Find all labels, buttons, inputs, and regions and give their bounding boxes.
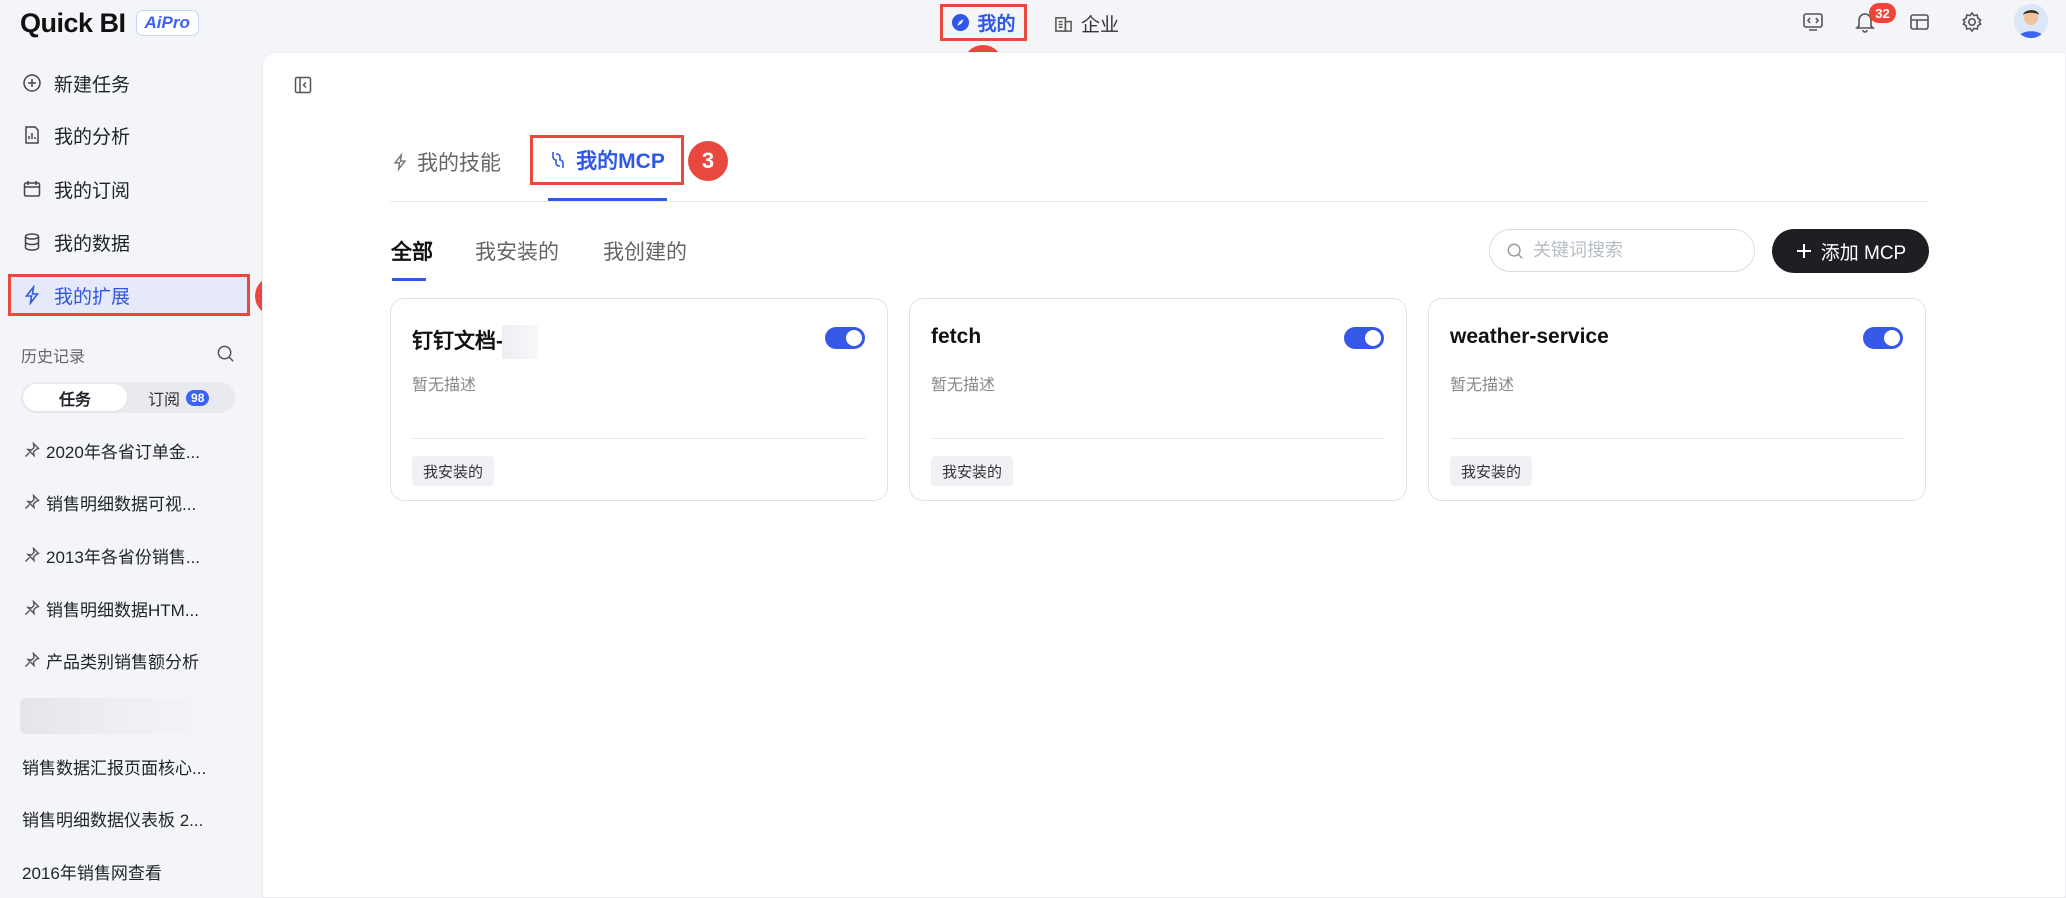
calendar-icon xyxy=(23,181,41,197)
tabs-divider xyxy=(390,201,1928,202)
subtab-all[interactable]: 全部 xyxy=(391,236,433,266)
tab-my-mcp[interactable]: 我的MCP xyxy=(530,135,684,185)
mcp-enable-toggle[interactable] xyxy=(825,327,865,349)
search-icon xyxy=(1507,243,1523,259)
history-title: 历史记录 xyxy=(21,349,86,366)
tab-my-skills[interactable]: 我的技能 xyxy=(391,145,501,179)
database-icon xyxy=(24,233,40,251)
sidebar-item-label: 我的数据 xyxy=(54,233,131,255)
nav-enterprise[interactable]: 企业 xyxy=(1054,8,1119,38)
history-item-label: 2020年各省订单金... xyxy=(46,442,200,462)
dashboard-icon[interactable] xyxy=(1906,9,1932,35)
mcp-card[interactable]: fetch 暂无描述 我安装的 xyxy=(909,298,1407,501)
aipro-badge: AiPro xyxy=(135,10,199,36)
sidebar-item-my-subscriptions[interactable]: 我的订阅 xyxy=(8,168,250,210)
search-input[interactable] xyxy=(1533,240,1733,261)
mcp-enable-toggle[interactable] xyxy=(1863,327,1903,349)
sidebar-item-label: 我的分析 xyxy=(54,126,131,148)
report-icon xyxy=(25,126,39,144)
sidebar-item-label: 新建任务 xyxy=(54,74,131,96)
tab-my-skills-label: 我的技能 xyxy=(417,152,501,175)
building-icon xyxy=(1055,16,1072,32)
redacted-title-part xyxy=(502,325,538,359)
segment-tasks[interactable]: 任务 xyxy=(23,384,127,411)
mcp-card-tag: 我安装的 xyxy=(1450,456,1533,486)
tab-my-mcp-label: 我的MCP xyxy=(576,150,665,173)
avatar[interactable] xyxy=(2014,4,2048,38)
mcp-card[interactable]: 钉钉文档- 暂无描述 我安装的 xyxy=(390,298,888,501)
pin-icon xyxy=(25,652,40,668)
history-item-label: 销售明细数据可视... xyxy=(46,494,197,514)
mcp-card-description: 暂无描述 xyxy=(931,377,996,394)
history-item-label: 产品类别销售额分析 xyxy=(46,652,199,672)
sidebar-item-my-data[interactable]: 我的数据 xyxy=(8,221,250,263)
history-item[interactable]: 产品类别销售额分析 xyxy=(24,646,224,674)
pin-icon xyxy=(25,442,40,458)
nav-my[interactable]: 我的 xyxy=(940,4,1027,41)
history-item-label: 销售明细数据HTM... xyxy=(46,600,199,620)
nav-enterprise-label: 企业 xyxy=(1081,14,1120,36)
pin-icon xyxy=(25,600,40,616)
collapse-sidebar-icon[interactable] xyxy=(290,72,316,98)
mcp-card-description: 暂无描述 xyxy=(412,377,477,394)
search-icon[interactable] xyxy=(214,342,236,364)
compass-icon xyxy=(952,13,970,32)
sidebar-item-my-extensions[interactable]: 我的扩展 xyxy=(8,274,250,316)
lightning-icon xyxy=(24,285,40,305)
mcp-card-title: weather-service xyxy=(1450,325,1609,348)
nav-my-label: 我的 xyxy=(977,14,1016,35)
app-logo[interactable]: Quick BI AiPro xyxy=(20,6,199,40)
mcp-card[interactable]: weather-service 暂无描述 我安装的 xyxy=(1428,298,1926,501)
mcp-card-title: 钉钉文档- xyxy=(412,330,503,353)
sidebar-item-label: 我的扩展 xyxy=(54,286,131,308)
plus-icon xyxy=(1796,244,1811,258)
add-mcp-button-label: 添加 MCP xyxy=(1820,242,1907,264)
mcp-card-tag: 我安装的 xyxy=(931,456,1014,486)
segment-subscriptions-label: 订阅 xyxy=(148,391,181,409)
app-logo-text: Quick BI xyxy=(20,7,126,38)
pin-icon xyxy=(25,547,40,563)
notification-badge: 32 xyxy=(1869,3,1896,23)
active-subtab-indicator xyxy=(392,278,426,281)
sidebar-item-label: 我的订阅 xyxy=(54,180,131,202)
history-item-label: 2013年各省份销售... xyxy=(46,547,200,567)
active-tab-indicator xyxy=(548,198,667,201)
card-divider xyxy=(1450,438,1904,439)
subtab-created[interactable]: 我创建的 xyxy=(603,236,687,266)
search-box xyxy=(1489,229,1755,272)
card-divider xyxy=(931,438,1385,439)
mcp-card-description: 暂无描述 xyxy=(1450,377,1515,394)
history-item[interactable]: 2016年销售网查看 xyxy=(22,857,232,885)
gear-icon[interactable] xyxy=(1959,9,1985,35)
plug-icon xyxy=(552,152,564,168)
subtab-installed[interactable]: 我安装的 xyxy=(475,236,559,266)
lightning-icon xyxy=(393,152,407,172)
mcp-card-title: fetch xyxy=(931,325,982,348)
history-item[interactable]: 2013年各省份销售... xyxy=(24,541,224,569)
plus-circle-icon xyxy=(23,74,41,92)
history-item[interactable]: 销售明细数据可视... xyxy=(24,488,224,516)
history-item[interactable]: 销售明细数据HTM... xyxy=(24,594,224,622)
history-item[interactable]: 销售数据汇报页面核心... xyxy=(22,752,232,780)
sidebar-item-new-task[interactable]: 新建任务 xyxy=(8,62,250,104)
sidebar-item-my-analysis[interactable]: 我的分析 xyxy=(8,114,250,156)
step-marker-3: 3 xyxy=(688,141,728,181)
add-mcp-button[interactable]: 添加 MCP xyxy=(1772,229,1929,273)
card-divider xyxy=(412,438,866,439)
history-item[interactable]: 2020年各省订单金... xyxy=(24,436,224,464)
segment-subscriptions[interactable]: 订阅 98 xyxy=(148,384,210,411)
history-item[interactable]: 销售明细数据仪表板 2... xyxy=(22,804,232,832)
redacted-section-label xyxy=(20,698,218,734)
mcp-enable-toggle[interactable] xyxy=(1344,327,1384,349)
pin-icon xyxy=(25,494,40,510)
subscription-count-badge: 98 xyxy=(186,389,210,406)
mcp-card-tag: 我安装的 xyxy=(412,456,495,486)
code-window-icon[interactable] xyxy=(1800,9,1826,35)
